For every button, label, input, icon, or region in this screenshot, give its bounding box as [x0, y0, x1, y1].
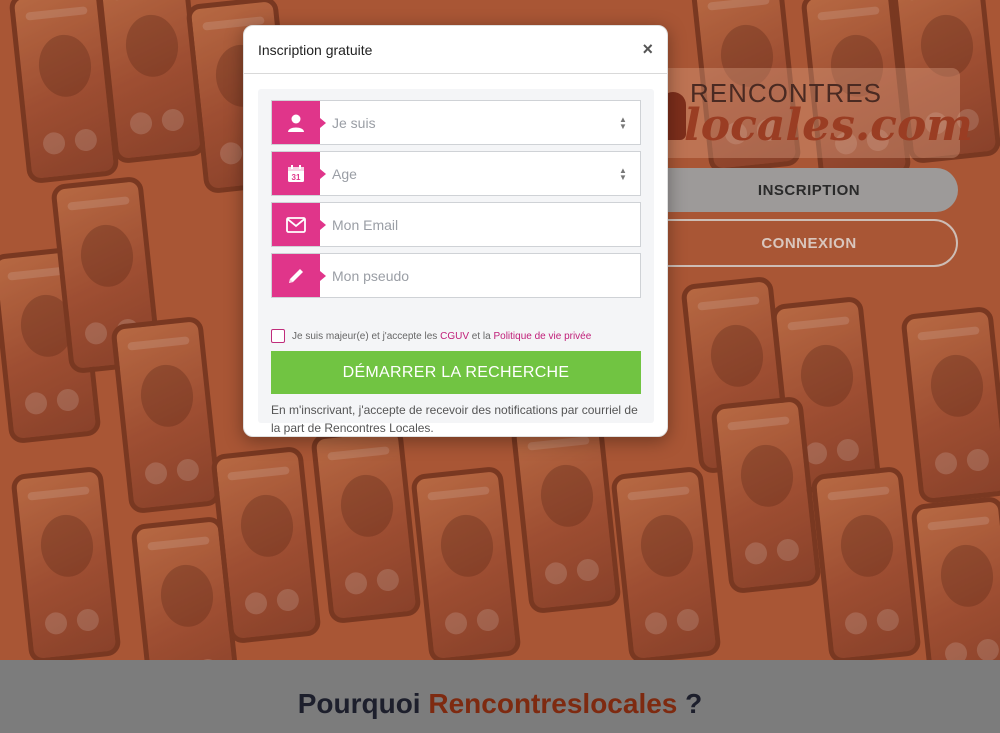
- gender-select[interactable]: Je suis ▲ ▼: [271, 100, 641, 145]
- pseudo-field[interactable]: Mon pseudo: [271, 253, 641, 298]
- close-icon[interactable]: ×: [642, 39, 653, 59]
- cguv-link[interactable]: CGUV: [440, 331, 469, 342]
- user-icon: [272, 101, 326, 144]
- why-heading: Pourquoi Rencontreslocales ?: [0, 688, 1000, 720]
- age-select[interactable]: 31 Age ▲ ▼: [271, 151, 641, 196]
- pencil-icon: [272, 254, 326, 297]
- privacy-policy-link[interactable]: Politique de vie privée: [493, 331, 591, 342]
- email-field[interactable]: Mon Email: [271, 202, 641, 247]
- why-heading-prefix: Pourquoi: [297, 688, 421, 719]
- envelope-icon: [272, 203, 326, 246]
- signup-modal: Inscription gratuite × Je suis ▲ ▼ 31 Ag…: [243, 25, 668, 437]
- email-field-placeholder: Mon Email: [332, 216, 399, 233]
- modal-title: Inscription gratuite: [258, 41, 373, 58]
- why-heading-brand: Rencontreslocales: [428, 688, 678, 719]
- modal-header: Inscription gratuite ×: [244, 26, 667, 74]
- pseudo-field-placeholder: Mon pseudo: [332, 267, 410, 284]
- signup-form: Je suis ▲ ▼ 31 Age ▲ ▼ Mon Email Mon pse…: [258, 89, 654, 435]
- consent-text-mid: et la: [471, 330, 491, 342]
- consent-row: Je suis majeur(e) et j'accepte les CGUV …: [271, 329, 591, 343]
- calendar-icon: 31: [272, 152, 326, 195]
- why-heading-suffix: ?: [685, 688, 703, 719]
- age-select-value: Age: [332, 165, 357, 182]
- start-search-button[interactable]: DÉMARRER LA RECHERCHE: [271, 351, 641, 394]
- calendar-day-number: 31: [292, 173, 301, 182]
- select-arrows-icon: ▲ ▼: [619, 114, 627, 131]
- logo-text-locales: locales.com: [684, 100, 973, 151]
- consent-checkbox[interactable]: [271, 329, 285, 343]
- gender-select-value: Je suis: [332, 114, 376, 131]
- select-arrows-icon: ▲ ▼: [619, 165, 627, 182]
- consent-text-before: Je suis majeur(e) et j'accepte les: [292, 330, 438, 342]
- notification-notice: En m'inscrivant, j'accepte de recevoir d…: [271, 403, 638, 435]
